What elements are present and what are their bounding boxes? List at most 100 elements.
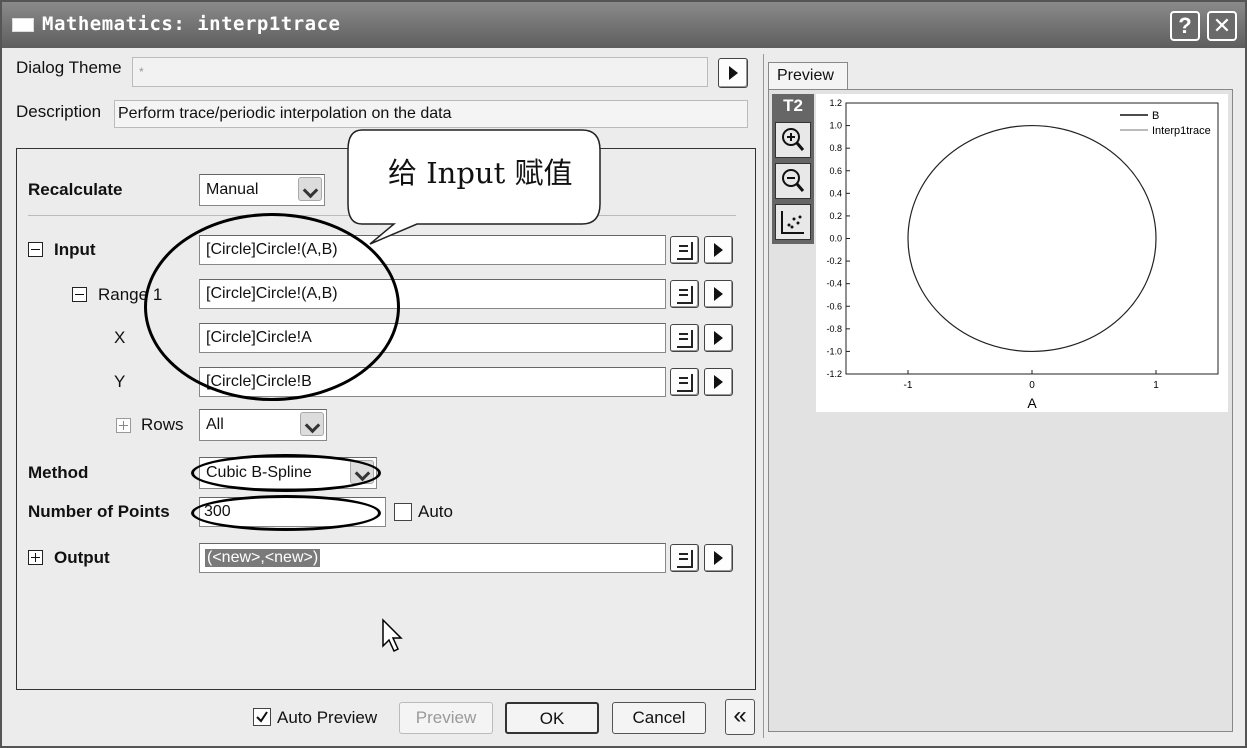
y-value: [Circle]Circle!B (206, 373, 312, 390)
play-arrow-icon (714, 331, 723, 345)
range1-field[interactable]: [Circle]Circle!(A,B) (199, 279, 666, 309)
y-tick-label: 0.6 (829, 166, 842, 176)
window-title: Mathematics: interp1trace (42, 13, 341, 35)
output-value: (<new>,<new>) (205, 549, 321, 567)
y-tick-label: 0.4 (829, 188, 842, 198)
close-button[interactable]: ✕ (1207, 11, 1237, 41)
range1-label: Range 1 (98, 285, 163, 304)
mouse-cursor-icon (382, 618, 403, 653)
chevron-down-icon[interactable] (300, 412, 324, 436)
tab-preview[interactable]: Preview (768, 62, 848, 90)
x-value: [Circle]Circle!A (206, 329, 312, 346)
x-menu-button[interactable] (704, 324, 733, 352)
output-label: Output (54, 548, 110, 567)
cancel-button[interactable]: Cancel (612, 702, 706, 734)
num-points-label: Number of Points (28, 502, 170, 521)
description-text: Perform trace/periodic interpolation on … (118, 105, 452, 122)
recalculate-label: Recalculate (28, 180, 123, 199)
collapse-icon[interactable] (72, 287, 87, 302)
auto-label: Auto (418, 502, 453, 521)
callout-text: 给 Input 赋值 (388, 156, 573, 190)
output-field[interactable]: (<new>,<new>) (199, 543, 666, 573)
x-label: X (114, 328, 126, 347)
num-points-value: 300 (204, 503, 231, 520)
zoom-in-icon (782, 128, 805, 151)
method-label: Method (28, 463, 89, 482)
input-menu-button[interactable] (704, 236, 733, 264)
x-tick-label: 0 (1029, 380, 1035, 391)
play-arrow-icon (728, 66, 738, 80)
play-arrow-icon (714, 243, 723, 257)
method-value: Cubic B-Spline (206, 464, 312, 481)
dialog-theme-combo[interactable]: * (132, 57, 708, 87)
y-tick-label: 0.2 (829, 211, 842, 221)
rescale-button[interactable] (775, 204, 811, 240)
dialog-theme-menu-button[interactable] (718, 58, 748, 88)
ok-button[interactable]: OK (505, 702, 599, 734)
recalculate-value: Manual (206, 181, 259, 198)
checkmark-icon (256, 711, 268, 723)
collapse-icon[interactable] (28, 242, 43, 257)
expand-icon[interactable] (116, 418, 131, 433)
output-select-button[interactable] (670, 544, 699, 572)
layer-indicator[interactable]: T2 (772, 94, 814, 118)
y-menu-button[interactable] (704, 368, 733, 396)
zoom-in-button[interactable] (775, 122, 811, 158)
select-range-icon (677, 242, 693, 260)
num-points-field[interactable]: 300 (199, 497, 386, 527)
y-label: Y (114, 372, 126, 391)
rows-label: Rows (141, 415, 184, 434)
y-field[interactable]: [Circle]Circle!B (199, 367, 666, 397)
play-arrow-icon (714, 375, 723, 389)
select-range-icon (677, 286, 693, 304)
zoom-out-button[interactable] (775, 163, 811, 199)
collapse-panel-button[interactable]: « (725, 699, 755, 735)
y-tick-label: -0.4 (826, 279, 842, 289)
auto-checkbox[interactable] (394, 503, 412, 521)
rows-combo[interactable]: All (199, 409, 327, 441)
method-combo[interactable]: Cubic B-Spline (199, 457, 377, 489)
description-label: Description (16, 102, 102, 121)
input-value: [Circle]Circle!(A,B) (206, 241, 338, 258)
rows-value: All (206, 416, 224, 433)
auto-preview-label: Auto Preview (277, 708, 378, 727)
range1-value: [Circle]Circle!(A,B) (206, 285, 338, 302)
x-field[interactable]: [Circle]Circle!A (199, 323, 666, 353)
play-arrow-icon (714, 551, 723, 565)
input-label: Input (54, 240, 96, 259)
dialog-window: Mathematics: interp1trace ? ✕ Dialog The… (0, 0, 1247, 748)
dialog-theme-value: * (139, 65, 144, 79)
legend-label-b: B (1152, 110, 1159, 122)
recalculate-combo[interactable]: Manual (199, 174, 325, 206)
preview-button[interactable]: Preview (399, 702, 493, 734)
zoom-out-icon (782, 169, 805, 192)
select-range-icon (677, 330, 693, 348)
output-menu-button[interactable] (704, 544, 733, 572)
expand-icon[interactable] (28, 550, 43, 565)
chevron-down-icon[interactable] (298, 177, 322, 201)
select-range-icon (677, 550, 693, 568)
auto-preview-checkbox[interactable] (253, 708, 271, 726)
panel-divider (763, 54, 764, 738)
range1-menu-button[interactable] (704, 280, 733, 308)
y-tick-label: -0.8 (826, 324, 842, 334)
help-button[interactable]: ? (1170, 11, 1200, 41)
y-tick-label: -1.2 (826, 369, 842, 379)
circle-curve (907, 124, 1157, 353)
x-axis-title: A (1027, 395, 1037, 411)
range1-select-button[interactable] (670, 280, 699, 308)
y-tick-label: -0.2 (826, 256, 842, 266)
title-bar: Mathematics: interp1trace ? ✕ (2, 2, 1245, 48)
y-tick-label: -1.0 (826, 346, 842, 356)
y-tick-label: 1.0 (829, 121, 842, 131)
dialog-theme-label: Dialog Theme (16, 58, 122, 77)
plot-frame (845, 102, 1219, 375)
y-tick-label: 0.0 (829, 234, 842, 244)
x-select-button[interactable] (670, 324, 699, 352)
chevron-down-icon[interactable] (350, 460, 374, 484)
y-tick-label: 0.8 (829, 143, 842, 153)
select-range-icon (677, 374, 693, 392)
y-tick-label: -0.6 (826, 301, 842, 311)
input-select-button[interactable] (670, 236, 699, 264)
y-select-button[interactable] (670, 368, 699, 396)
